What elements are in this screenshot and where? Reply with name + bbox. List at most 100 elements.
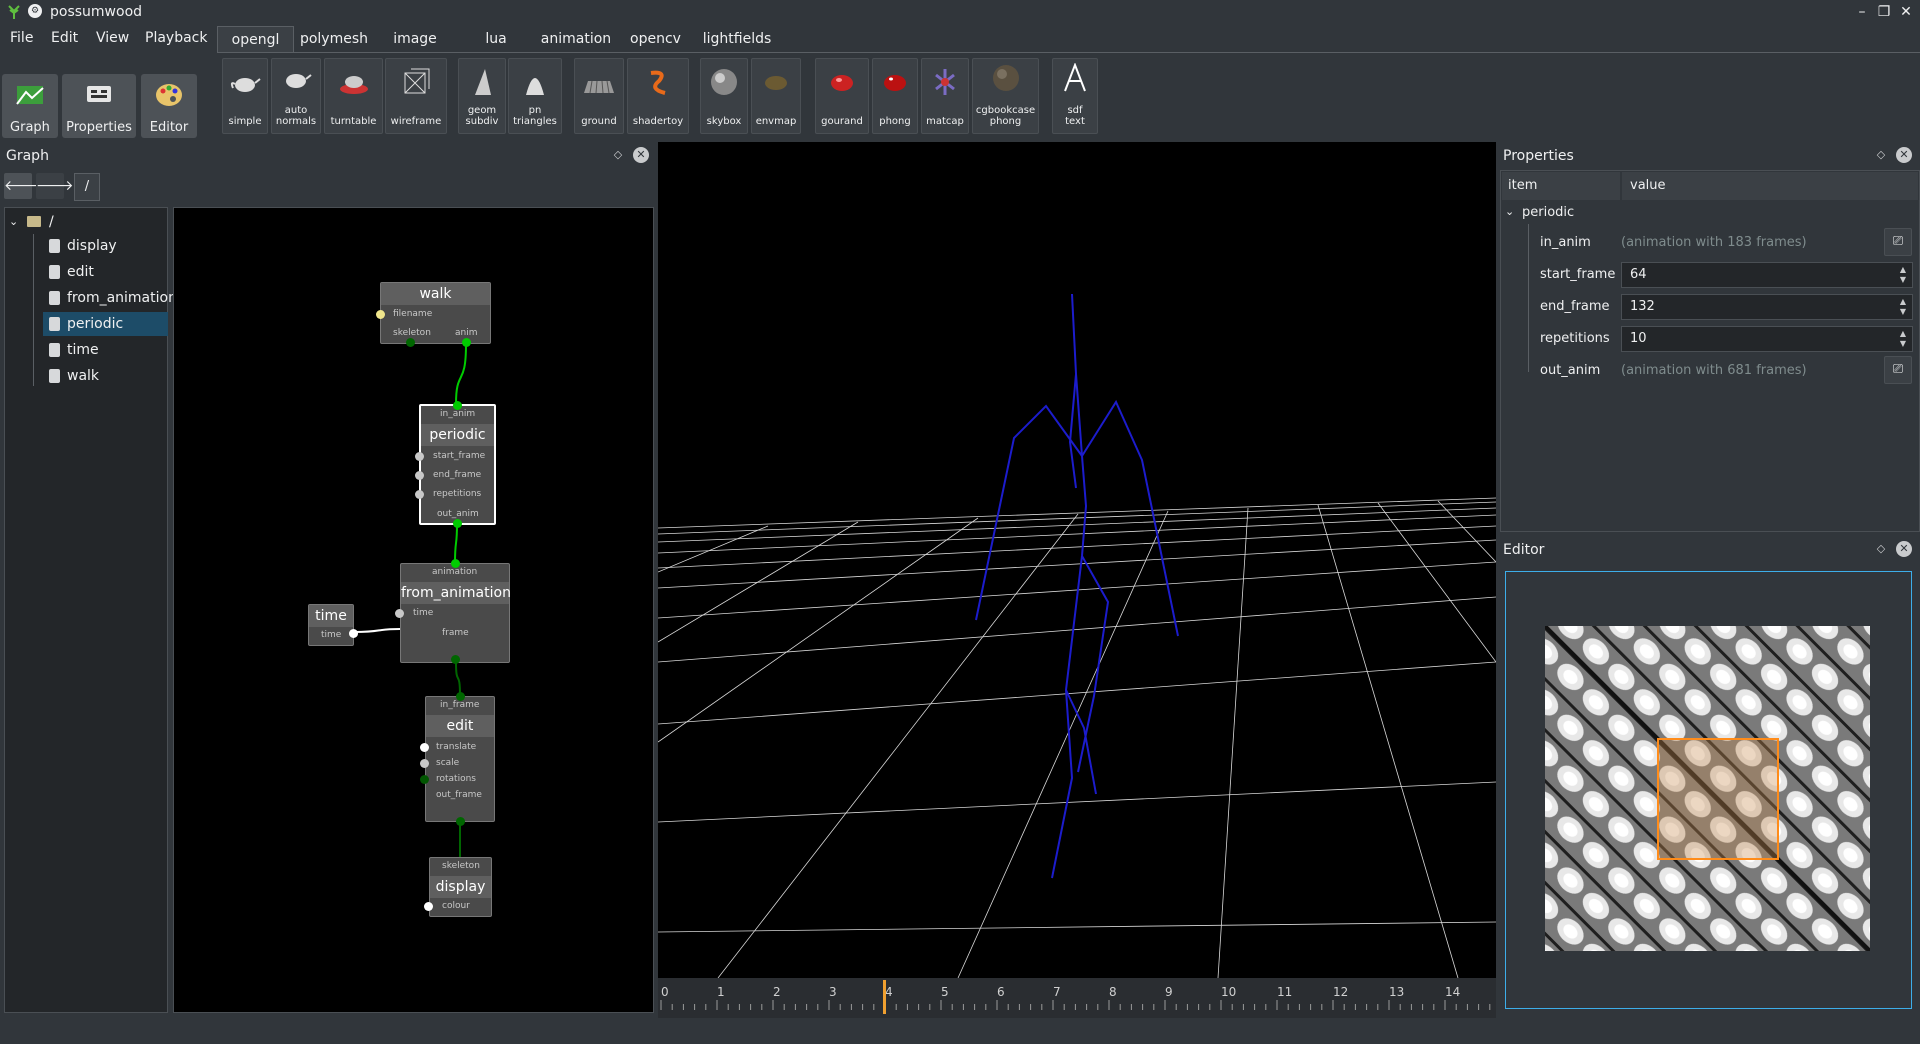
- menu-playback[interactable]: Playback: [145, 30, 207, 46]
- tool-pn-triangles[interactable]: pn triangles: [508, 58, 562, 134]
- tool-geom-subdiv[interactable]: geom subdiv: [458, 58, 506, 134]
- node-time[interactable]: time time: [308, 604, 358, 646]
- selection-rect[interactable]: [1657, 738, 1779, 860]
- input-port-dot[interactable]: [456, 692, 465, 701]
- output-port-dot[interactable]: [462, 338, 471, 347]
- node-edit[interactable]: in_frame edit translate scale rotations …: [420, 692, 495, 826]
- node-from-animation[interactable]: animation from_animation time frame: [395, 559, 511, 664]
- tree-item-walk[interactable]: walk: [5, 364, 169, 388]
- column-header-item[interactable]: item: [1502, 172, 1620, 200]
- maximize-button[interactable]: ❐: [1874, 2, 1894, 22]
- output-port-dot[interactable]: [406, 338, 415, 347]
- node-walk[interactable]: walk filename skeleton anim: [376, 282, 491, 347]
- graph-float-button[interactable]: ◇: [612, 149, 624, 161]
- tool-envmap[interactable]: envmap: [751, 58, 801, 134]
- graph-path-button[interactable]: /: [74, 173, 100, 201]
- inspect-icon[interactable]: ⎚: [1884, 228, 1912, 256]
- menu-view[interactable]: View: [96, 30, 129, 46]
- input-port-dot[interactable]: [415, 471, 424, 480]
- editor-canvas[interactable]: [1505, 571, 1912, 1009]
- spin-arrows-icon[interactable]: ▲ ▼: [1898, 297, 1908, 317]
- menu-file[interactable]: File: [10, 30, 33, 46]
- node-periodic[interactable]: in_anim periodic start_frame end_frame r…: [415, 401, 496, 528]
- output-port-dot[interactable]: [453, 519, 462, 528]
- spin-arrows-icon[interactable]: ▲ ▼: [1898, 329, 1908, 349]
- tool-matcap[interactable]: matcap: [921, 58, 969, 134]
- sdf-text-icon: [1064, 63, 1086, 92]
- input-port-dot[interactable]: [453, 401, 462, 410]
- node-graph-canvas[interactable]: walk filename skeleton anim in_anim peri…: [173, 207, 654, 1013]
- repetitions-spinbox[interactable]: 10 ▲ ▼: [1621, 326, 1913, 352]
- tab-opengl[interactable]: opengl: [217, 26, 294, 52]
- input-port-dot[interactable]: [424, 902, 433, 911]
- input-port-dot[interactable]: [376, 310, 385, 319]
- tool-skybox[interactable]: skybox: [700, 58, 748, 134]
- tree-item-display[interactable]: display: [5, 234, 169, 258]
- tool-cgbookcase-phong[interactable]: cgbookcase phong: [972, 58, 1039, 134]
- inspect-icon[interactable]: ⎚: [1884, 356, 1912, 384]
- tree-item-time[interactable]: time: [5, 338, 169, 362]
- tool-gourand[interactable]: gourand: [815, 58, 869, 134]
- tab-animation[interactable]: animation: [536, 26, 616, 52]
- minimize-button[interactable]: –: [1852, 2, 1872, 22]
- port-out-anim: out_anim: [437, 509, 479, 519]
- tool-auto-normals[interactable]: auto normals: [271, 58, 321, 134]
- tool-sdf-text-label: sdf text: [1065, 105, 1085, 127]
- tab-polymesh[interactable]: polymesh: [296, 26, 372, 52]
- input-port-dot[interactable]: [415, 452, 424, 461]
- editor-close-button[interactable]: ✕: [1896, 541, 1912, 557]
- output-port-dot[interactable]: [456, 817, 465, 826]
- tool-shadertoy[interactable]: shadertoy: [627, 58, 689, 134]
- timeline-tick-label: 8: [1109, 985, 1117, 999]
- input-port-dot[interactable]: [415, 490, 424, 499]
- properties-mode-button[interactable]: Properties: [62, 74, 136, 138]
- spin-arrows-icon[interactable]: ▲ ▼: [1898, 265, 1908, 285]
- graph-mode-button[interactable]: Graph: [2, 74, 58, 138]
- texture-preview[interactable]: [1545, 626, 1870, 951]
- tree-item-edit[interactable]: edit: [5, 260, 169, 284]
- input-port-dot[interactable]: [420, 759, 429, 768]
- chevron-down-icon[interactable]: ⌄: [1505, 205, 1514, 218]
- menu-edit[interactable]: Edit: [51, 30, 78, 46]
- editor-mode-button[interactable]: Editor: [141, 74, 197, 138]
- output-port-dot[interactable]: [451, 655, 460, 664]
- end-frame-spinbox[interactable]: 132 ▲ ▼: [1621, 294, 1913, 320]
- tree-item-from-animation[interactable]: from_animation: [5, 286, 177, 310]
- timeline-bar[interactable]: 0 1 2 3 4 5 6 7 8 9 10 11 12 13 14: [658, 978, 1496, 1018]
- column-header-value[interactable]: value: [1622, 172, 1918, 200]
- node-icon: [49, 317, 60, 331]
- properties-float-button[interactable]: ◇: [1875, 149, 1887, 161]
- tool-sdf-text[interactable]: sdf text: [1052, 58, 1098, 134]
- tab-lua[interactable]: lua: [458, 26, 534, 52]
- tool-phong[interactable]: phong: [872, 58, 918, 134]
- tab-lightfields[interactable]: lightfields: [695, 26, 779, 52]
- output-port-dot[interactable]: [349, 629, 358, 638]
- editor-float-button[interactable]: ◇: [1875, 543, 1887, 555]
- chevron-down-icon[interactable]: ⌄: [9, 210, 18, 234]
- tab-opencv[interactable]: opencv: [618, 26, 693, 52]
- forward-arrow-icon[interactable]: 🡒: [36, 173, 74, 199]
- close-window-button[interactable]: ✕: [1896, 2, 1916, 22]
- input-port-dot[interactable]: [451, 559, 460, 568]
- tree-root[interactable]: ⌄ /: [5, 210, 169, 234]
- node-icon: [49, 291, 60, 305]
- tool-ground[interactable]: ground: [574, 58, 624, 134]
- input-port-dot[interactable]: [420, 743, 429, 752]
- tree-item-label: display: [67, 238, 117, 254]
- start-frame-spinbox[interactable]: 64 ▲ ▼: [1621, 262, 1913, 288]
- tree-item-periodic[interactable]: periodic: [43, 312, 168, 336]
- 3d-viewport[interactable]: [658, 142, 1496, 1018]
- graph-close-button[interactable]: ✕: [633, 147, 649, 163]
- tab-image[interactable]: image: [374, 26, 456, 52]
- input-port-dot[interactable]: [395, 609, 404, 618]
- node-display[interactable]: skeleton display colour: [424, 857, 492, 917]
- back-arrow-icon[interactable]: 🡐: [4, 173, 42, 199]
- settings-gear-icon[interactable]: ⚙: [28, 4, 42, 18]
- tool-turntable[interactable]: turntable: [324, 58, 383, 134]
- input-port-dot[interactable]: [420, 775, 429, 784]
- playhead-marker[interactable]: [883, 980, 886, 1014]
- tool-wireframe[interactable]: wireframe: [385, 58, 447, 134]
- tool-simple[interactable]: simple: [222, 58, 268, 134]
- port-end-frame: end_frame: [433, 470, 482, 480]
- properties-close-button[interactable]: ✕: [1896, 147, 1912, 163]
